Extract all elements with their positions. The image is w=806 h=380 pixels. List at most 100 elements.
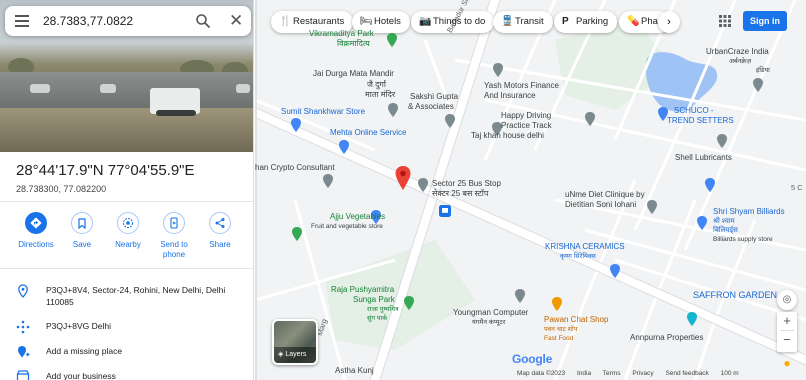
region-link[interactable]: India: [577, 370, 591, 377]
place-pin-icon[interactable]: [322, 174, 334, 188]
map-label: पवन चाट शॉप: [544, 326, 578, 333]
map-label[interactable]: KRISHNA CERAMICS: [545, 242, 625, 251]
hotel-icon: 🛏: [360, 16, 373, 27]
park-pin-icon[interactable]: [291, 227, 303, 241]
save-button[interactable]: Save: [59, 212, 105, 250]
map-label[interactable]: Astha Kunj: [335, 366, 374, 375]
bus-stop-pin-icon[interactable]: [417, 178, 429, 192]
map-label[interactable]: Yash Motors Finance: [484, 81, 559, 90]
map-label[interactable]: Taj khan house delhi: [471, 131, 544, 140]
place-pin-icon[interactable]: [492, 63, 504, 77]
sign-in-button[interactable]: Sign in: [743, 11, 787, 31]
park-pin-icon[interactable]: [386, 33, 398, 47]
map-label[interactable]: SCHUCO -: [674, 106, 714, 115]
store-pin-icon[interactable]: [696, 216, 708, 230]
place-pin-icon[interactable]: [514, 289, 526, 303]
coordinates-title: 28°44'17.9"N 77°04'55.9"E: [16, 162, 195, 179]
bus-stop-icon[interactable]: [439, 204, 451, 218]
map-label[interactable]: Jai Durga Mata Mandir: [313, 69, 394, 78]
map-label[interactable]: Raja Pushyamitra: [331, 285, 394, 294]
map-label: राजा पुष्यमित्र: [367, 306, 399, 313]
map-label: Fast Food: [544, 335, 574, 342]
map-label[interactable]: SAFFRON GARDEN: [693, 291, 777, 300]
map-label[interactable]: Shri Shyam Billiards: [713, 207, 785, 216]
restaurant-pin-icon[interactable]: [551, 297, 563, 311]
map-label: जै दुर्गा: [367, 80, 386, 89]
map-label[interactable]: Shell Lubricants: [675, 153, 732, 162]
dropped-pin-icon[interactable]: [394, 166, 412, 190]
map-label[interactable]: Happy Driving: [501, 111, 551, 120]
store-pin-icon[interactable]: [290, 118, 302, 132]
map-label: Sunga Park: [353, 295, 395, 304]
map-label[interactable]: UrbanCraze India: [706, 47, 769, 56]
my-location-button[interactable]: ◎: [777, 290, 797, 310]
map-label: And Insurance: [484, 91, 536, 100]
map-base: [255, 0, 806, 380]
zoom-in-button[interactable]: +: [777, 312, 797, 330]
menu-icon[interactable]: [15, 15, 29, 27]
search-box[interactable]: 28.7383,77.0822 ✕: [5, 6, 251, 36]
coordinates-decimal: 28.738300, 77.082200: [16, 184, 107, 194]
map-label[interactable]: Pawan Chat Shop: [544, 315, 609, 324]
map-data-credit: Map data ©2023: [517, 370, 566, 377]
map-label[interactable]: Sumit Shankhwar Store: [281, 107, 365, 116]
map-label[interactable]: Ajju Vegetables: [330, 212, 385, 221]
add-place-text: Add a missing place: [46, 346, 123, 356]
directions-button[interactable]: Directions: [13, 212, 59, 250]
place-pin-icon[interactable]: [584, 112, 596, 126]
map-label[interactable]: Mehta Online Service: [330, 128, 406, 137]
pegman-icon[interactable]: ●: [777, 352, 797, 374]
map-label: विक्रमादित्य: [337, 39, 370, 48]
store-pin-icon[interactable]: [338, 140, 350, 154]
phone-send-icon: [170, 217, 178, 229]
action-bar: Directions Save Nearby Send to phone Sha…: [0, 212, 253, 268]
map-footer: Map data ©2023 India Terms Privacy Send …: [517, 370, 749, 380]
send-to-phone-button[interactable]: Send to phone: [151, 212, 197, 260]
chip-label: Transit: [515, 16, 544, 27]
zoom-out-button[interactable]: −: [777, 331, 797, 349]
chip-transit[interactable]: 🚆 Transit: [493, 11, 553, 33]
place-pin-icon[interactable]: [444, 114, 456, 128]
apps-grid-icon[interactable]: [719, 15, 731, 27]
map-label: सुंग पार्क: [367, 315, 388, 322]
map-label: Fruit and vegetable store: [311, 223, 383, 230]
map-canvas[interactable]: 🍴 Restaurants 🛏 Hotels 📷 Things to do 🚆 Tran…: [255, 0, 806, 380]
chip-parking[interactable]: P Parking: [554, 11, 618, 33]
map-label[interactable]: uNme Diet Clinique by: [565, 190, 645, 199]
chips-next-button[interactable]: ›: [658, 11, 680, 33]
map-label[interactable]: han Crypto Consultant: [255, 163, 335, 172]
road-label: 5 C: [791, 183, 803, 192]
share-button[interactable]: Share: [197, 212, 243, 250]
home-pin-icon[interactable]: [686, 312, 698, 326]
search-icon[interactable]: [195, 13, 211, 29]
close-icon[interactable]: ✕: [229, 12, 243, 29]
save-label: Save: [72, 240, 92, 249]
map-label: यंगमैन कंप्यूटर: [472, 319, 506, 326]
shop-pin-icon[interactable]: [387, 103, 399, 117]
parking-icon: P: [562, 16, 569, 27]
scale-bar[interactable]: 100 m: [721, 370, 739, 377]
search-query[interactable]: 28.7383,77.0822: [43, 14, 133, 28]
map-label[interactable]: Sector 25 Bus Stop: [432, 179, 501, 188]
nearby-button[interactable]: Nearby: [105, 212, 151, 250]
divider: [0, 268, 253, 269]
place-pin-icon[interactable]: [716, 134, 728, 148]
layers-button[interactable]: ◈ Layers: [272, 319, 318, 365]
terms-link[interactable]: Terms: [603, 370, 621, 377]
place-pin-icon[interactable]: [752, 78, 764, 92]
chip-label: Restaurants: [293, 16, 345, 27]
store-pin-icon[interactable]: [609, 264, 621, 278]
place-panel: 28.7383,77.0822 ✕ 28°44'17.9"N 77°04'55.…: [0, 0, 254, 380]
chip-label: Hotels: [374, 16, 401, 27]
feedback-link[interactable]: Send feedback: [665, 370, 708, 377]
map-label[interactable]: Youngman Computer: [453, 308, 528, 317]
transit-icon: 🚆: [501, 16, 514, 27]
place-pin-icon[interactable]: [646, 200, 658, 214]
map-label[interactable]: Annpurna Properties: [630, 333, 703, 342]
park-pin-icon[interactable]: [403, 296, 415, 310]
chevron-right-icon: ›: [667, 16, 671, 28]
store-pin-icon[interactable]: [704, 178, 716, 192]
privacy-link[interactable]: Privacy: [632, 370, 653, 377]
map-label[interactable]: Sakshi Gupta: [410, 92, 458, 101]
map-label[interactable]: Vikramaditya Park: [309, 29, 374, 38]
